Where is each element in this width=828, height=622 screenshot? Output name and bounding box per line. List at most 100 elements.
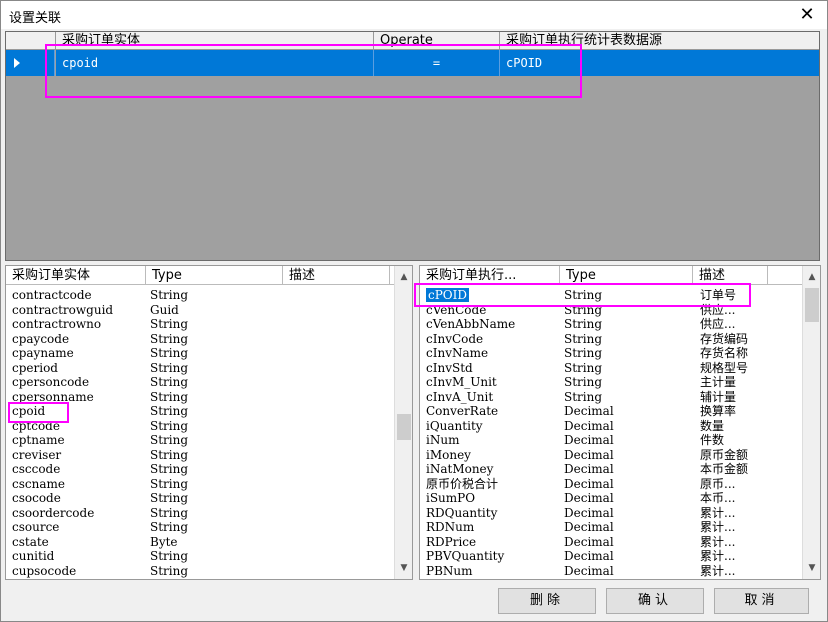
list-item-type: String (150, 375, 189, 389)
cancel-button[interactable]: 取消 (714, 588, 809, 614)
list-item-type: Decimal (564, 563, 614, 578)
right-scroll-thumb[interactable] (805, 288, 819, 322)
scroll-down-icon[interactable]: ▼ (803, 559, 820, 577)
list-item-type: String (564, 317, 603, 331)
right-col-type[interactable]: Type (560, 266, 693, 285)
list-item-name: ConverRate (426, 404, 499, 418)
left-scroll-thumb[interactable] (397, 414, 411, 440)
list-item[interactable]: cInvA_Unit String 辅计量 (420, 390, 802, 405)
list-item[interactable]: contractcode String (6, 288, 394, 303)
selected-item-name[interactable]: cPOID (426, 288, 469, 302)
relations-col-source[interactable]: 采购订单执行统计表数据源 (500, 32, 819, 50)
list-item[interactable]: PBNum Decimal 累计... (420, 564, 802, 579)
list-item[interactable]: iMoney Decimal 原币金额 (420, 448, 802, 463)
list-item-name: RDNum (426, 520, 475, 534)
list-item[interactable]: cVenAbbName String 供应... (420, 317, 802, 332)
list-item[interactable]: cInvStd String 规格型号 (420, 361, 802, 376)
scroll-down-icon[interactable]: ▼ (395, 559, 412, 577)
list-item[interactable]: cpersonname String (6, 390, 394, 405)
relation-right-field[interactable]: cPOID (500, 50, 819, 76)
current-row-arrow-icon (14, 58, 20, 68)
list-item[interactable]: cInvCode String 存货编码 (420, 332, 802, 347)
list-item[interactable]: csoordercode String (6, 506, 394, 521)
list-item-name: contractcode (12, 288, 92, 302)
list-item[interactable]: cpayname String (6, 346, 394, 361)
list-item[interactable]: RDPrice Decimal 累计... (420, 535, 802, 550)
list-item[interactable]: contractrowno String (6, 317, 394, 332)
list-item[interactable]: cperiod String (6, 361, 394, 376)
list-item-type: Decimal (564, 520, 614, 534)
list-item[interactable]: cptcode String (6, 419, 394, 434)
right-col-name[interactable]: 采购订单执行... (420, 266, 560, 285)
list-item-name: cVenAbbName (426, 317, 516, 331)
list-item-type: Decimal (564, 418, 614, 433)
right-scrollbar[interactable]: ▲ ▼ (802, 266, 820, 579)
right-source-list[interactable]: 采购订单执行... Type 描述 cPOID String 订单号 cVenCode… (419, 265, 821, 580)
left-col-desc[interactable]: 描述 (283, 266, 390, 285)
list-item-desc: 原币... (700, 476, 736, 491)
list-item-type: Decimal (564, 433, 614, 447)
confirm-button[interactable]: 确认 (606, 588, 704, 614)
list-item-type: Decimal (564, 404, 614, 418)
list-item[interactable]: cptname String (6, 433, 394, 448)
list-item-type: Decimal (564, 505, 614, 520)
relations-grid[interactable]: 采购订单实体 Operate 采购订单执行统计表数据源 cpoid = cPOI… (5, 31, 820, 261)
left-scrollbar[interactable]: ▲ ▼ (394, 266, 412, 579)
scroll-up-icon[interactable]: ▲ (395, 268, 412, 286)
relations-col-operate[interactable]: Operate (374, 32, 500, 50)
left-col-type[interactable]: Type (146, 266, 283, 285)
list-item[interactable]: PBVQuantity Decimal 累计... (420, 549, 802, 564)
relation-operator[interactable]: = (374, 50, 500, 76)
right-list-rows: cPOID String 订单号 cVenCode String 供应... cVenAbb… (420, 288, 802, 578)
left-entity-list[interactable]: 采购订单实体 Type 描述 contractcode String contrac… (5, 265, 413, 580)
close-icon[interactable]: ✕ (795, 3, 819, 27)
list-item[interactable]: cpoid String (6, 404, 394, 419)
left-col-name[interactable]: 采购订单实体 (6, 266, 146, 285)
list-item[interactable]: cpersoncode String (6, 375, 394, 390)
list-item[interactable]: cpaycode String (6, 332, 394, 347)
list-item[interactable]: cPOID String 订单号 (420, 288, 802, 303)
list-item[interactable]: ConverRate Decimal 换算率 (420, 404, 802, 419)
list-item-type: String (564, 331, 603, 346)
right-col-desc[interactable]: 描述 (693, 266, 768, 285)
list-item[interactable]: cscname String (6, 477, 394, 492)
relation-left-field[interactable]: cpoid (56, 50, 374, 76)
list-item[interactable]: RDNum Decimal 累计... (420, 520, 802, 535)
list-item[interactable]: RDQuantity Decimal 累计... (420, 506, 802, 521)
relation-row[interactable]: cpoid = cPOID (56, 50, 819, 76)
list-item-type: String (150, 491, 189, 505)
list-item[interactable]: cInvM_Unit String 主计量 (420, 375, 802, 390)
list-item-type: String (150, 462, 189, 476)
list-item-name: cupsocode (12, 563, 77, 578)
list-item[interactable]: 原币价税合计 Decimal 原币... (420, 477, 802, 492)
relations-col-entity[interactable]: 采购订单实体 (56, 32, 374, 50)
list-item[interactable]: creviser String (6, 448, 394, 463)
list-item-type: String (564, 346, 603, 360)
relations-header: 采购订单实体 Operate 采购订单执行统计表数据源 (6, 32, 819, 50)
list-item-type: Guid (150, 302, 179, 317)
list-item[interactable]: iNum Decimal 件数 (420, 433, 802, 448)
list-item[interactable]: cstate Byte (6, 535, 394, 550)
list-item-name: contractrowno (12, 317, 102, 331)
list-item-type: String (150, 549, 189, 563)
list-item-name: creviser (12, 447, 62, 462)
scroll-up-icon[interactable]: ▲ (803, 268, 820, 286)
list-item[interactable]: cVenCode String 供应... (420, 303, 802, 318)
list-item[interactable]: csocode String (6, 491, 394, 506)
list-item[interactable]: csource String (6, 520, 394, 535)
list-item-name: cInvCode (426, 331, 484, 346)
delete-button[interactable]: 删除 (498, 588, 596, 614)
list-item-type: String (150, 317, 189, 331)
list-item[interactable]: csccode String (6, 462, 394, 477)
list-item[interactable]: iSumPO Decimal 本币... (420, 491, 802, 506)
list-item[interactable]: iNatMoney Decimal 本币金额 (420, 462, 802, 477)
list-item[interactable]: iQuantity Decimal 数量 (420, 419, 802, 434)
list-item-desc: 本币... (700, 491, 736, 505)
list-item-name: PBNum (426, 563, 473, 578)
list-item-name: cpoid (12, 404, 46, 418)
list-item[interactable]: contractrowguid Guid (6, 303, 394, 318)
list-item[interactable]: cInvName String 存货名称 (420, 346, 802, 361)
list-item[interactable]: cupsocode String (6, 564, 394, 579)
list-item-type: String (150, 520, 189, 534)
list-item[interactable]: cunitid String (6, 549, 394, 564)
